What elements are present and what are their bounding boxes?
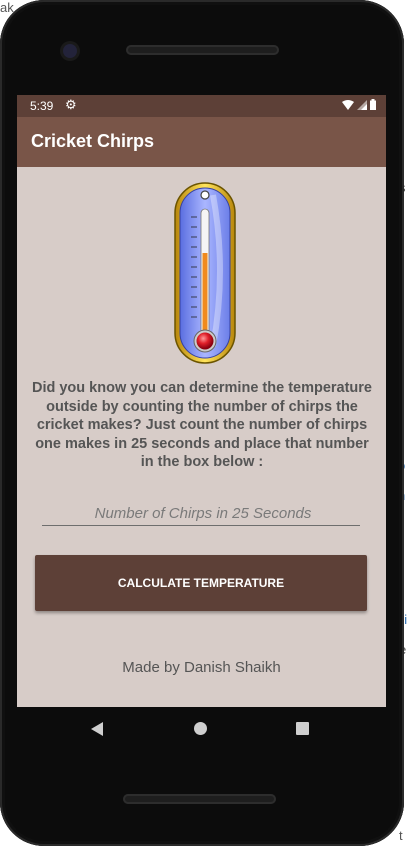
battery-icon [370, 99, 376, 110]
back-icon[interactable] [91, 722, 103, 736]
thermometer-icon [173, 181, 237, 365]
background-text-fragment: t [399, 828, 403, 843]
app-title: Cricket Chirps [31, 131, 155, 151]
recents-icon[interactable] [296, 722, 309, 735]
status-time: 5:39 [30, 99, 54, 113]
description-text: Did you know you can determine the tempe… [31, 380, 372, 470]
status-bar: 5:39 ⚙ [17, 95, 386, 117]
app-bar: Cricket Chirps [17, 117, 386, 167]
navigation-bar [17, 707, 386, 751]
calculate-temperature-button[interactable]: CALCULATE TEMPERATURE [35, 555, 367, 611]
credit-text: Made by Danish Shaikh [122, 659, 281, 676]
wifi-icon [342, 99, 354, 110]
phone-frame: 5:39 ⚙ Cricket Chirps Did you know you c… [0, 0, 404, 846]
chirps-input[interactable] [42, 501, 364, 525]
gear-icon: ⚙ [65, 97, 77, 112]
bottom-speaker [123, 794, 276, 804]
front-camera [63, 44, 77, 58]
app-screen: 5:39 ⚙ Cricket Chirps Did you know you c… [17, 95, 386, 707]
chirps-input-field [42, 501, 364, 526]
home-icon[interactable] [194, 722, 207, 735]
signal-icon [357, 99, 367, 110]
earpiece-speaker [126, 45, 279, 55]
status-icons [342, 99, 376, 110]
